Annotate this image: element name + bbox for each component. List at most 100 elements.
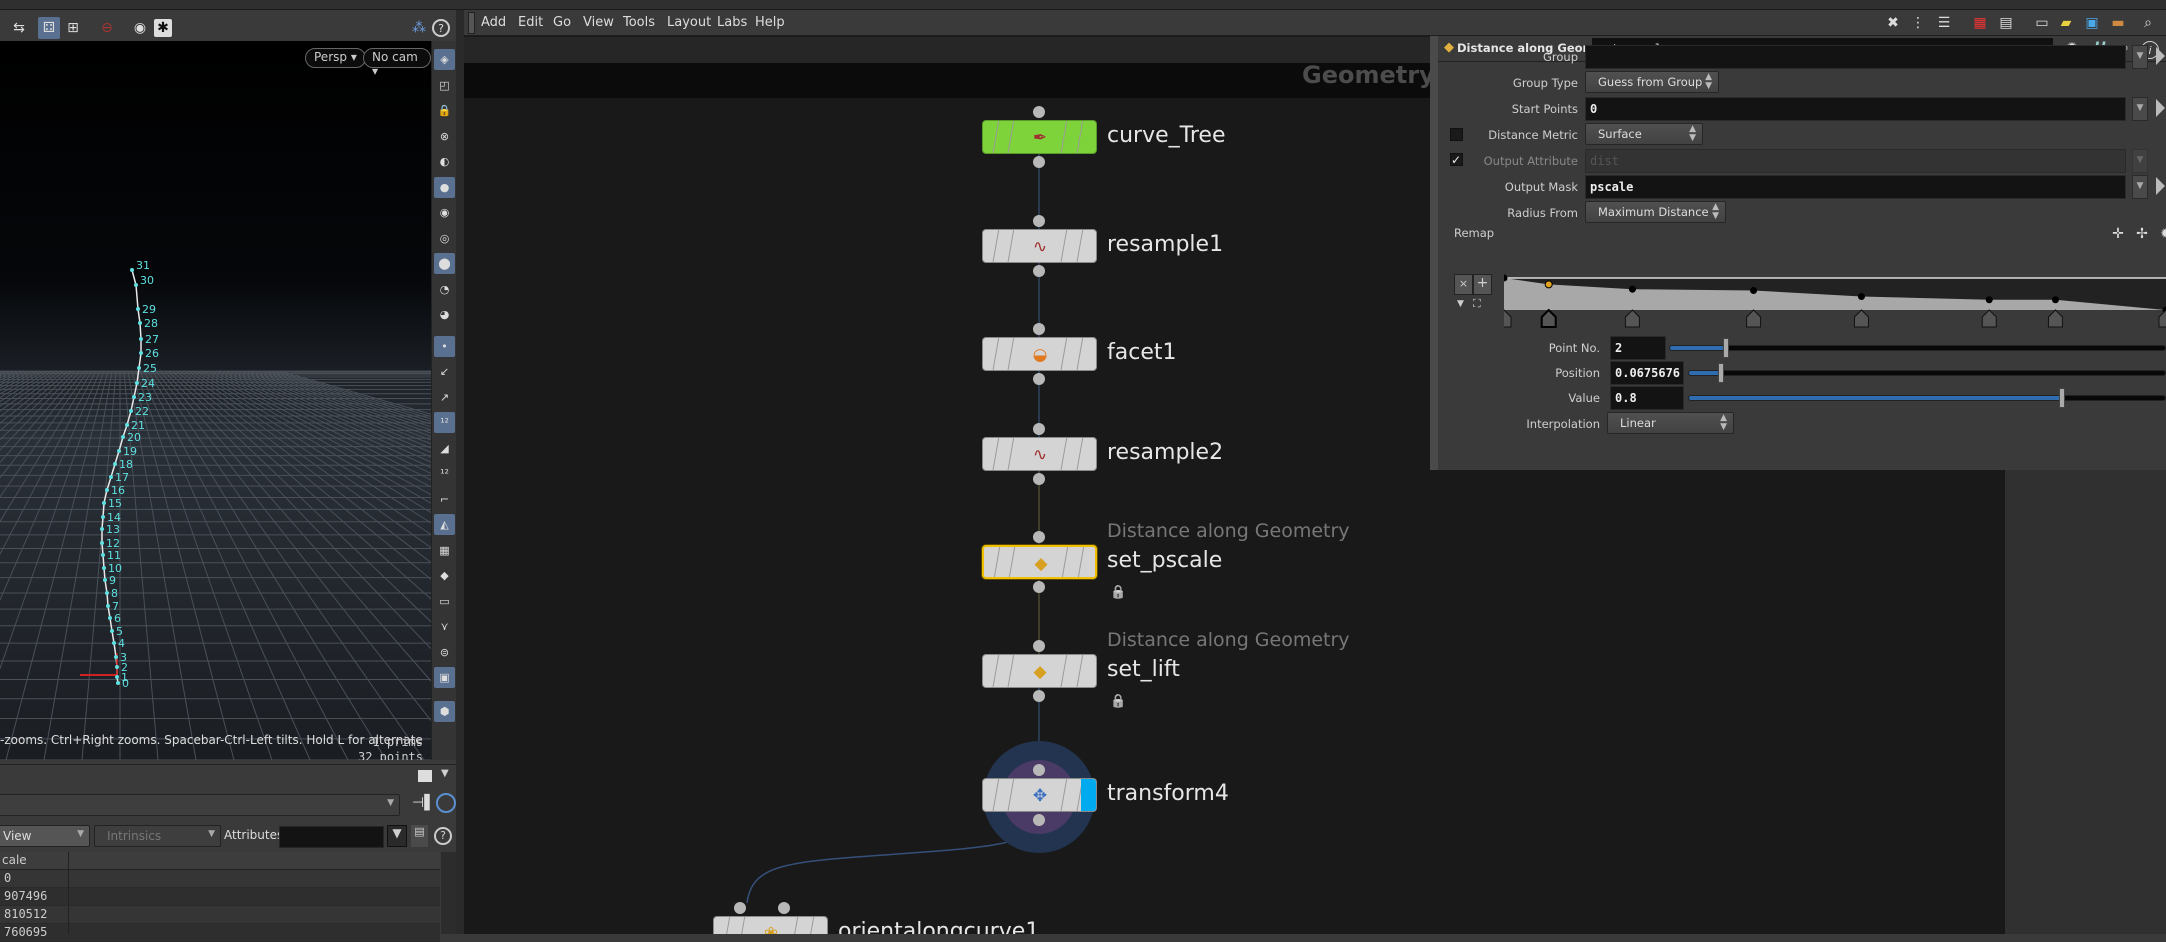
lock-camera-icon[interactable]: 🔒 bbox=[434, 100, 455, 121]
start-points-menu-chevron-icon[interactable]: ▼ bbox=[2132, 97, 2148, 121]
group-menu-chevron-icon[interactable]: ▼ bbox=[2132, 45, 2148, 69]
users-icon[interactable]: ⁂ bbox=[408, 17, 430, 39]
vertex-icon[interactable]: ↗ bbox=[434, 387, 455, 408]
ramp-key-point[interactable] bbox=[1545, 281, 1552, 288]
shaded-surface-icon[interactable]: ◭ bbox=[434, 514, 455, 535]
position-input[interactable]: 0.0675676 bbox=[1610, 361, 1684, 385]
ramp-key-marker[interactable] bbox=[2048, 310, 2062, 327]
camera-views-icon[interactable]: ⚃ bbox=[38, 17, 60, 39]
ramp-key-point[interactable] bbox=[1750, 287, 1757, 294]
radius-from-dropdown[interactable]: Maximum Distance▲▼ bbox=[1585, 201, 1726, 223]
shading-icon[interactable]: ⬤ bbox=[434, 253, 455, 274]
distance-metric-dropdown[interactable]: Surface▲▼ bbox=[1585, 123, 1703, 145]
intrinsics-dropdown[interactable]: Intrinsics▼ bbox=[94, 825, 221, 847]
slider-handle[interactable] bbox=[1723, 338, 1729, 358]
node-output-connector[interactable] bbox=[1033, 156, 1045, 168]
no-entry-icon[interactable]: ⊖ bbox=[96, 17, 118, 39]
value-input[interactable]: 0.8 bbox=[1610, 386, 1684, 410]
background-image-icon[interactable]: ▣ bbox=[434, 667, 455, 688]
target-icon[interactable] bbox=[436, 793, 456, 813]
primitive-numbers-icon[interactable]: ¹² bbox=[434, 463, 455, 484]
output-mask-select-arrow-icon[interactable] bbox=[2156, 177, 2165, 195]
lock-icon[interactable]: 🔒 bbox=[1110, 585, 1124, 597]
ramp-key-marker[interactable] bbox=[1504, 310, 1511, 327]
start-points-select-arrow-icon[interactable] bbox=[2156, 99, 2165, 117]
output-mask-checkbox[interactable]: ✓ bbox=[1450, 153, 1463, 166]
marker-icon[interactable]: ⬢ bbox=[434, 701, 455, 722]
columns-icon[interactable]: ▤ bbox=[411, 825, 428, 847]
node-input-connector[interactable] bbox=[1033, 423, 1045, 435]
ramp-key-marker[interactable] bbox=[1747, 310, 1761, 327]
pane-menu-chevron-icon[interactable]: ▼ bbox=[441, 768, 449, 779]
guide-icon[interactable]: ▭ bbox=[434, 591, 455, 612]
add-point-button[interactable]: + bbox=[1473, 274, 1492, 295]
template-icon[interactable]: ◆ bbox=[434, 565, 455, 586]
ramp-key-marker[interactable] bbox=[2159, 310, 2166, 327]
node-input-connector[interactable] bbox=[1033, 323, 1045, 335]
ramp-key-point[interactable] bbox=[1629, 286, 1636, 293]
ramp-collapse-chevron-icon[interactable]: ▼ bbox=[1457, 299, 1464, 309]
node-output-connector[interactable] bbox=[1033, 473, 1045, 485]
ramp-key-marker[interactable] bbox=[1982, 310, 1996, 327]
node-output-connector[interactable] bbox=[1033, 814, 1045, 826]
slider-handle[interactable] bbox=[1718, 363, 1724, 383]
ramp-key-marker[interactable] bbox=[1854, 310, 1868, 327]
lock-icon[interactable]: 🔒 bbox=[1110, 694, 1124, 706]
3d-viewport[interactable]: 0123456789101112131415161718192021222324… bbox=[0, 41, 431, 760]
help-icon[interactable]: ? bbox=[434, 827, 452, 845]
ghost-icon[interactable]: ⊗ bbox=[434, 126, 455, 147]
view-dropdown[interactable]: View▼ bbox=[0, 825, 90, 847]
ramp-key-marker[interactable] bbox=[1542, 310, 1556, 327]
output-attribute-checkbox[interactable] bbox=[1450, 128, 1463, 141]
profile-curve-icon[interactable]: ⌐ bbox=[434, 489, 455, 510]
node-input-connector[interactable] bbox=[1033, 764, 1045, 776]
point-no-input[interactable]: 2 bbox=[1610, 336, 1666, 360]
node-body[interactable]: ❀ bbox=[713, 916, 828, 934]
ramp-settings-icon[interactable]: ✹ bbox=[2156, 224, 2166, 244]
node-body[interactable]: ◆ bbox=[982, 545, 1097, 579]
delete-point-button[interactable]: × bbox=[1454, 274, 1473, 295]
point-numbers-icon[interactable]: ¹² bbox=[434, 412, 455, 433]
node-body[interactable]: ∿ bbox=[982, 437, 1097, 471]
ramp-key-point[interactable] bbox=[2052, 296, 2059, 303]
node-output-connector[interactable] bbox=[1033, 690, 1045, 702]
node-output-connector[interactable] bbox=[1033, 581, 1045, 593]
node-input-connector[interactable] bbox=[1033, 640, 1045, 652]
node-output-connector[interactable] bbox=[1033, 265, 1045, 277]
node-body[interactable]: ✥ bbox=[982, 778, 1097, 812]
help-icon[interactable]: ? bbox=[432, 19, 450, 37]
node-output-connector[interactable] bbox=[1033, 373, 1045, 385]
pane-layout-icon[interactable] bbox=[418, 770, 432, 782]
attributes-filter-input[interactable] bbox=[279, 826, 384, 848]
interpolation-dropdown[interactable]: Linear▲▼ bbox=[1607, 412, 1734, 434]
remap-ramp-editor[interactable] bbox=[1504, 270, 2166, 330]
slider-handle[interactable] bbox=[2059, 388, 2065, 408]
zoom-region-icon[interactable]: ⊞ bbox=[62, 17, 84, 39]
visualizer-icon[interactable]: ◔ bbox=[434, 279, 455, 300]
output-attribute-menu-chevron-icon[interactable]: ▼ bbox=[2132, 149, 2148, 173]
group-input[interactable] bbox=[1585, 45, 2126, 69]
ramp-key-point[interactable] bbox=[1986, 296, 1993, 303]
point-normal-icon[interactable]: ↙ bbox=[434, 361, 455, 382]
tangent-icon[interactable]: ⋎ bbox=[434, 616, 455, 637]
node-body[interactable]: ◆ bbox=[982, 654, 1097, 688]
group-select-arrow-icon[interactable] bbox=[2156, 47, 2165, 65]
point-no-slider[interactable] bbox=[1669, 345, 2166, 351]
column-header-pscale[interactable]: cale bbox=[2, 853, 27, 867]
node-body[interactable]: ◒ bbox=[982, 337, 1097, 371]
ramp-key-point[interactable] bbox=[1858, 293, 1865, 300]
ramp-key-marker[interactable] bbox=[1625, 310, 1639, 327]
display-flag[interactable] bbox=[1081, 779, 1096, 812]
insert-point-icon[interactable]: ✛ bbox=[2108, 224, 2128, 244]
filter-icon[interactable]: ▼ bbox=[387, 825, 407, 847]
display-options-icon[interactable]: ◈ bbox=[434, 49, 455, 70]
node-input-connector[interactable] bbox=[1033, 531, 1045, 543]
persp-menu-button[interactable]: Persp ▾ bbox=[305, 48, 366, 68]
node-input-connector[interactable] bbox=[1033, 106, 1045, 118]
node-input-connector[interactable] bbox=[734, 902, 746, 914]
table-scrollbar[interactable] bbox=[441, 852, 456, 934]
light-icon[interactable]: ● bbox=[434, 177, 455, 198]
snapping-icon[interactable]: ◰ bbox=[434, 75, 455, 96]
primitive-normal-icon[interactable]: ◢ bbox=[434, 438, 455, 459]
output-attribute-input[interactable]: dist bbox=[1585, 149, 2126, 173]
